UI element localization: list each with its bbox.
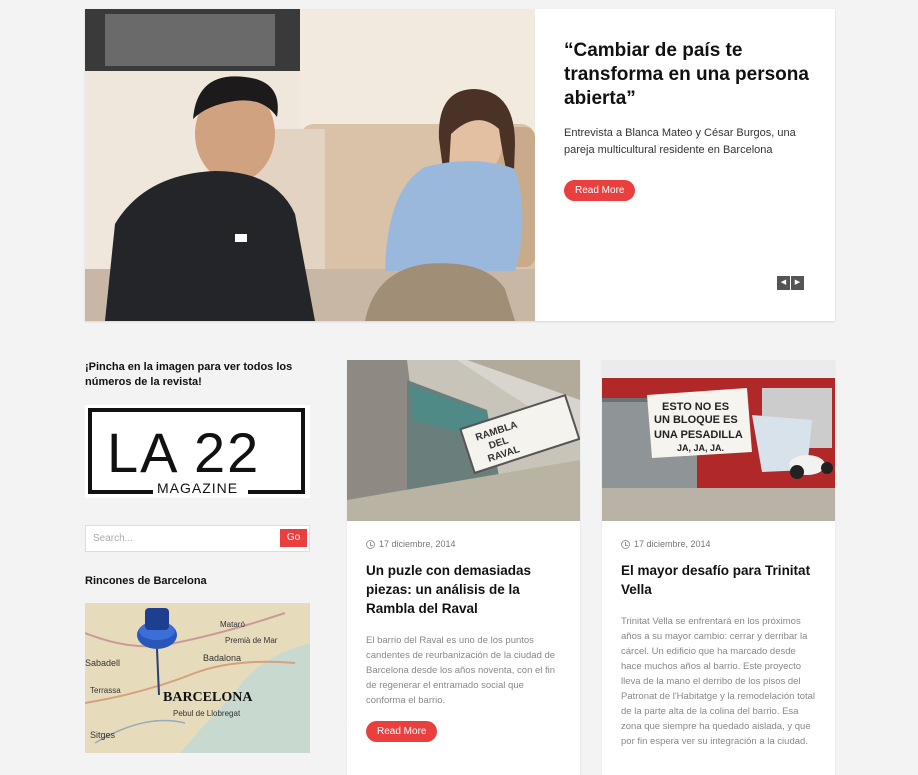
logo-main-text: LA 22 bbox=[107, 421, 260, 484]
post-title[interactable]: El mayor desafío para Trinitat Vella bbox=[621, 561, 816, 599]
post-image[interactable]: ESTO NO ES UN BLOQUE ES UNA PESADILLA JA… bbox=[602, 360, 835, 521]
post-card: RAMBLA DEL RAVAL 17 diciembre, 2014 Un p… bbox=[347, 360, 580, 775]
map-label: Sabadell bbox=[85, 658, 120, 668]
post-card: ESTO NO ES UN BLOQUE ES UNA PESADILLA JA… bbox=[602, 360, 835, 775]
chevron-right-icon[interactable]: ▶ bbox=[791, 276, 804, 290]
map-label: Sitges bbox=[90, 730, 116, 740]
post-read-more-button[interactable]: Read More bbox=[366, 721, 438, 742]
slider-arrows: ◀ ▶ bbox=[777, 276, 804, 290]
magazine-logo[interactable]: LA 22 MAGAZINE bbox=[85, 405, 310, 498]
featured-read-more-button[interactable]: Read More bbox=[564, 180, 636, 201]
clock-icon bbox=[621, 539, 630, 549]
banner-text: ESTO NO ES bbox=[662, 401, 729, 413]
post-image[interactable]: RAMBLA DEL RAVAL bbox=[347, 360, 580, 521]
map-label: Premià de Mar bbox=[225, 636, 278, 645]
post-date-text: 17 diciembre, 2014 bbox=[634, 539, 711, 549]
featured-title[interactable]: “Cambiar de país te transforma en una pe… bbox=[564, 39, 809, 111]
magazine-widget-title: ¡Pincha en la imagen para ver todos los … bbox=[85, 361, 293, 388]
featured-slider: “Cambiar de país te transforma en una pe… bbox=[85, 9, 835, 321]
logo-sub-text: MAGAZINE bbox=[157, 480, 238, 496]
featured-description: Entrevista a Blanca Mateo y César Burgos… bbox=[564, 127, 796, 156]
featured-photo[interactable] bbox=[85, 9, 535, 321]
map-city-label: BARCELONA bbox=[163, 690, 253, 705]
map-label: Mataró bbox=[220, 620, 245, 629]
post-excerpt: Trinitat Vella se enfrentará en los próx… bbox=[621, 616, 816, 747]
post-date: 17 diciembre, 2014 bbox=[366, 539, 561, 549]
map-label: Badalona bbox=[203, 653, 241, 663]
banner-text: UN BLOQUE ES bbox=[654, 414, 738, 426]
map-label: Terrassa bbox=[90, 686, 121, 695]
search-input[interactable] bbox=[86, 526, 276, 551]
chevron-left-icon[interactable]: ◀ bbox=[777, 276, 790, 290]
post-excerpt: El barrio del Raval es uno de los puntos… bbox=[366, 635, 556, 706]
clock-icon bbox=[366, 539, 375, 549]
post-title[interactable]: Un puzle con demasiadas piezas: un análi… bbox=[366, 561, 561, 618]
post-body: 17 diciembre, 2014 Un puzle con demasiad… bbox=[347, 521, 580, 742]
search-go-button[interactable]: Go bbox=[280, 529, 307, 547]
banner-text: JA, JA, JA. bbox=[677, 443, 724, 453]
post-date: 17 diciembre, 2014 bbox=[621, 539, 816, 549]
search-form: Go bbox=[85, 525, 310, 552]
sidebar: ¡Pincha en la imagen para ver todos los … bbox=[85, 360, 310, 753]
rincones-widget-title: Rincones de Barcelona bbox=[85, 575, 207, 587]
banner-text: UNA PESADILLA bbox=[654, 429, 743, 441]
barcelona-map-image[interactable]: Sabadell Badalona Premià de Mar Mataró T… bbox=[85, 603, 310, 753]
featured-text: “Cambiar de país te transforma en una pe… bbox=[564, 39, 809, 159]
map-label: Pebul de Llobregat bbox=[173, 709, 241, 718]
post-date-text: 17 diciembre, 2014 bbox=[379, 539, 456, 549]
post-body: 17 diciembre, 2014 El mayor desafío para… bbox=[602, 521, 835, 749]
